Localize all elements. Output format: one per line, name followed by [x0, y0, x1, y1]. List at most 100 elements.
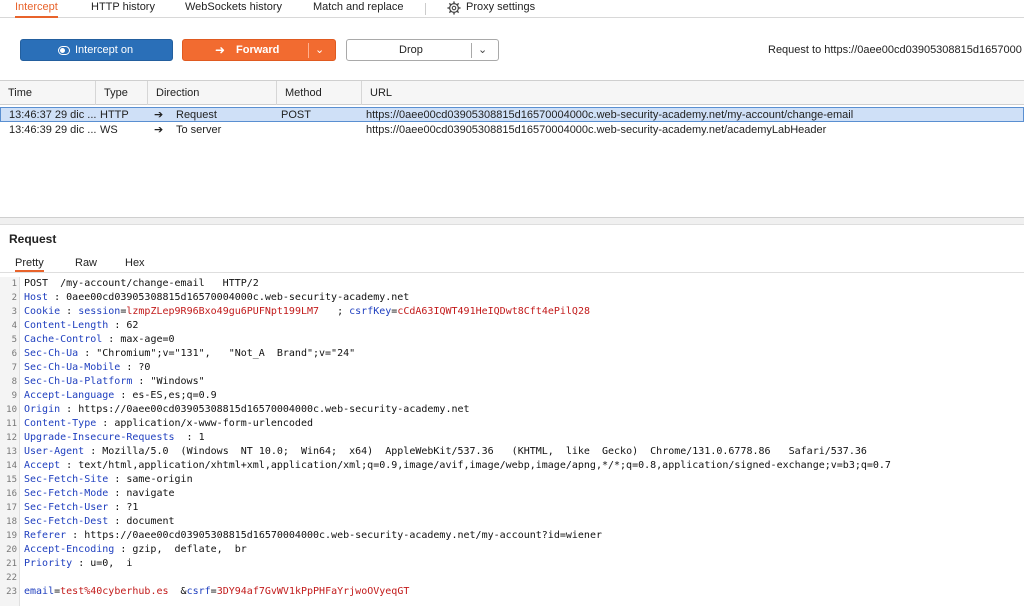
tab-http-history[interactable]: HTTP history — [91, 0, 155, 18]
header-value: "Chromium";v="131", "Not_A Brand";v="24" — [96, 348, 356, 359]
header-line: Sec-Fetch-Dest : document — [24, 516, 175, 527]
chevron-down-icon[interactable]: ⌄ — [478, 43, 487, 56]
line-number: 14 — [6, 461, 17, 471]
table-row[interactable]: 13:46:39 29 dic ... WS ➔ To server https… — [0, 123, 1024, 138]
header-name: Cookie — [24, 306, 61, 317]
header-value: ?1 — [126, 502, 139, 513]
header-name: Host — [24, 292, 49, 303]
header-name: Sec-Fetch-Site — [24, 474, 109, 485]
header-line: Priority : u=0, i — [24, 558, 133, 569]
tab-hex[interactable]: Hex — [125, 257, 145, 272]
table-row[interactable]: 13:46:37 29 dic ... HTTP ➔ Request POST … — [0, 107, 1024, 122]
line-number: 6 — [11, 349, 17, 359]
line-number: 22 — [6, 573, 17, 583]
header-value: document — [126, 516, 175, 527]
tab-pretty[interactable]: Pretty — [15, 257, 44, 272]
request-panel-title: Request — [9, 232, 57, 246]
chevron-down-icon[interactable]: ⌄ — [315, 43, 324, 56]
header-line: Origin : https://0aee00cd03905308815d165… — [24, 404, 470, 415]
header-value: https://0aee00cd03905308815d16570004000c… — [78, 404, 470, 415]
column-header-time[interactable]: Time — [0, 81, 96, 105]
column-header-direction[interactable]: Direction — [148, 81, 277, 105]
tab-underline — [0, 272, 1024, 273]
cookie-key: csrfKey — [349, 306, 392, 317]
toggle-icon — [58, 46, 70, 55]
drop-label: Drop — [399, 44, 423, 56]
forward-button[interactable]: ➜ Forward ⌄ — [182, 39, 336, 61]
header-line: Sec-Ch-Ua-Platform : "Windows" — [24, 376, 205, 387]
cell-time: 13:46:39 29 dic ... — [9, 124, 97, 136]
request-line: POST /my-account/change-email HTTP/2 — [24, 278, 259, 289]
line-number: 11 — [6, 419, 17, 429]
header-line: Sec-Fetch-Site : same-origin — [24, 474, 193, 485]
gear-icon[interactable] — [447, 1, 461, 15]
tab-websockets-history[interactable]: WebSockets history — [185, 0, 282, 18]
tab-proxy-settings[interactable]: Proxy settings — [466, 0, 535, 18]
request-editor[interactable]: 1 2 3 4 5 6 7 8 9 10 11 12 13 14 15 16 1… — [0, 277, 1024, 606]
header-name: Sec-Fetch-User — [24, 502, 109, 513]
header-value: Mozilla/5.0 (Windows NT 10.0; Win64; x64… — [102, 446, 867, 457]
column-header-type[interactable]: Type — [96, 81, 148, 105]
header-value: 1 — [198, 432, 205, 443]
tab-raw[interactable]: Raw — [75, 257, 97, 272]
header-line: Sec-Fetch-User : ?1 — [24, 502, 139, 513]
tab-match-and-replace[interactable]: Match and replace — [313, 0, 404, 18]
line-number: 9 — [11, 391, 17, 401]
header-value: "Windows" — [150, 376, 205, 387]
header-value: u=0, i — [90, 558, 133, 569]
line-number: 16 — [6, 489, 17, 499]
header-value: same-origin — [126, 474, 193, 485]
tab-intercept[interactable]: Intercept — [15, 0, 58, 18]
header-name: Upgrade-Insecure-Requests — [24, 432, 175, 443]
header-name: Sec-Ch-Ua — [24, 348, 79, 359]
arrow-right-icon: ➔ — [154, 124, 164, 136]
header-name: Sec-Fetch-Dest — [24, 516, 109, 527]
header-value: es-ES,es;q=0.9 — [132, 390, 217, 401]
request-target-text: Request to https://0aee00cd03905308815d1… — [768, 44, 1022, 56]
header-name: Priority — [24, 558, 73, 569]
line-number: 21 — [6, 559, 17, 569]
header-name: Content-Length — [24, 320, 109, 331]
header-name: Content-Type — [24, 418, 97, 429]
cookie-value: lzmpZLep9R96Bxo49gu6PUFNpt199LM7 — [126, 306, 320, 317]
header-name: User-Agent — [24, 446, 85, 457]
panel-splitter[interactable] — [0, 218, 1024, 225]
header-line: Accept-Encoding : gzip, deflate, br — [24, 544, 247, 555]
header-name: Accept-Language — [24, 390, 115, 401]
line-number: 1 — [11, 279, 17, 289]
header-line: Accept : text/html,application/xhtml+xml… — [24, 460, 891, 471]
intercept-toggle-button[interactable]: Intercept on — [20, 39, 173, 61]
line-number: 8 — [11, 377, 17, 387]
header-line: Sec-Ch-Ua : "Chromium";v="131", "Not_A B… — [24, 348, 356, 359]
cell-direction: Request — [176, 109, 217, 121]
header-value: application/x-www-form-urlencoded — [114, 418, 313, 429]
cell-type: WS — [100, 124, 118, 136]
arrow-right-icon: ➔ — [154, 109, 164, 121]
header-name: Accept — [24, 460, 61, 471]
drop-button[interactable]: Drop ⌄ — [346, 39, 499, 61]
header-name: Sec-Ch-Ua-Mobile — [24, 362, 121, 373]
line-number: 10 — [6, 405, 17, 415]
request-body-line: email=test%40cyberhub.es &csrf=3DY94af7G… — [24, 586, 410, 597]
line-number: 19 — [6, 531, 17, 541]
body-param-value: test%40cyberhub.es — [60, 586, 169, 597]
line-number: 15 — [6, 475, 17, 485]
header-line: Upgrade-Insecure-Requests : 1 — [24, 432, 205, 443]
cell-time: 13:46:37 29 dic ... — [9, 109, 97, 121]
line-number: 7 — [11, 363, 17, 373]
header-value: https://0aee00cd03905308815d16570004000c… — [84, 530, 602, 541]
header-name: Cache-Control — [24, 334, 103, 345]
column-header-method[interactable]: Method — [277, 81, 362, 105]
cell-url: https://0aee00cd03905308815d16570004000c… — [366, 124, 827, 136]
line-number: 18 — [6, 517, 17, 527]
intercept-label: Intercept on — [75, 44, 134, 56]
header-value: max-age=0 — [120, 334, 175, 345]
header-line: Referer : https://0aee00cd03905308815d16… — [24, 530, 602, 541]
line-number: 13 — [6, 447, 17, 457]
column-header-url[interactable]: URL — [362, 81, 1024, 105]
tab-divider — [425, 3, 426, 15]
header-line: Cache-Control : max-age=0 — [24, 334, 175, 345]
cell-method — [281, 123, 361, 137]
cell-method: POST — [281, 109, 311, 121]
cell-direction: To server — [176, 124, 222, 136]
